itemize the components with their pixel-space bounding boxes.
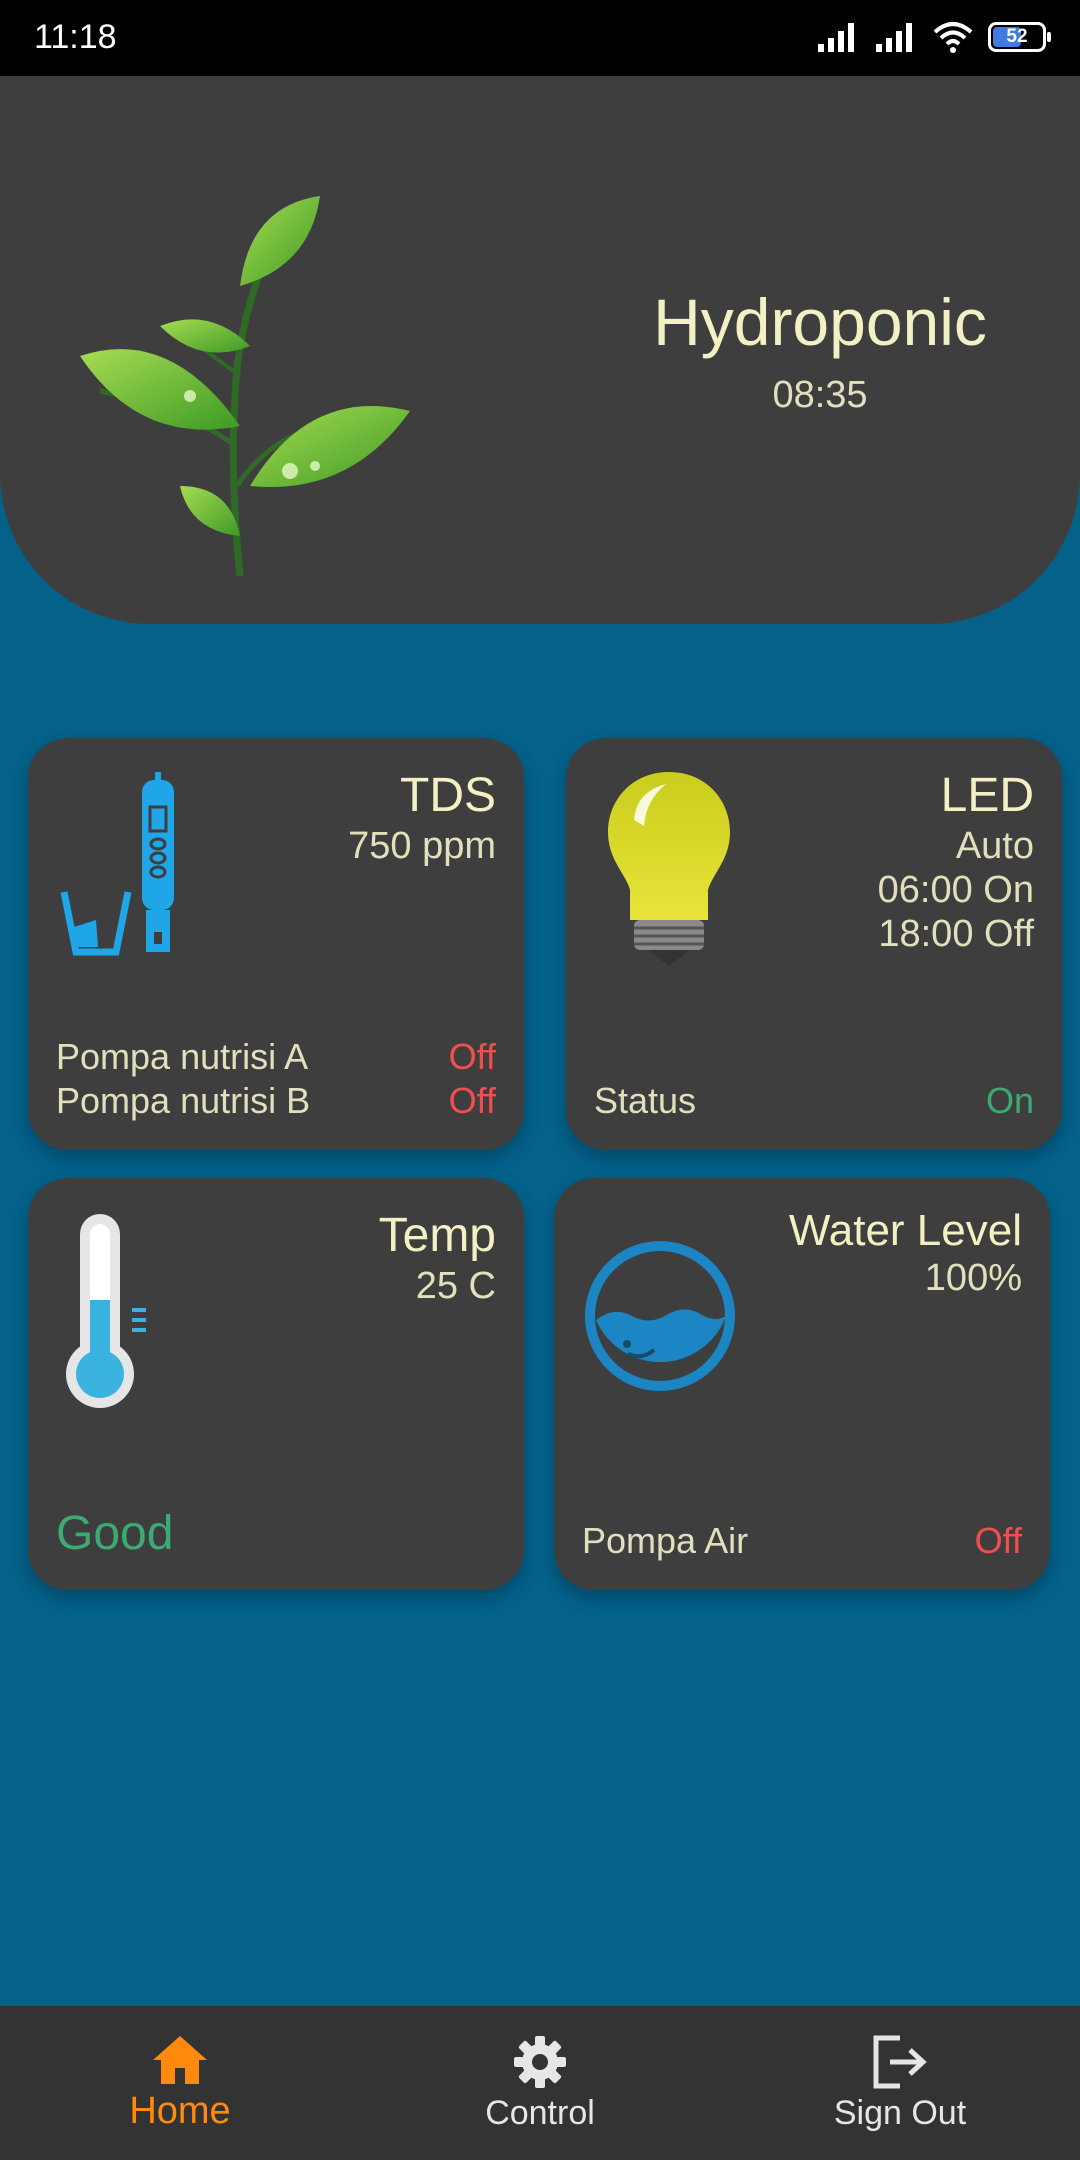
water-level-title: Water Level	[788, 1206, 1022, 1255]
home-icon	[153, 2035, 207, 2084]
nav-home-label: Home	[129, 2089, 231, 2132]
battery-level: 52	[1006, 26, 1028, 47]
header-panel: Hydroponic 08:35	[0, 76, 1080, 624]
bottom-nav: Home Control Sign Out	[0, 2006, 1080, 2160]
light-bulb-icon	[608, 772, 730, 966]
status-icons: 52	[816, 20, 1051, 54]
temp-title: Temp	[378, 1209, 496, 1262]
led-card[interactable]: LED Auto 06:00 On 18:00 Off Status On	[566, 738, 1062, 1150]
led-status-label: Status	[594, 1080, 697, 1121]
wifi-icon	[933, 22, 973, 53]
temp-condition: Good	[56, 1507, 174, 1560]
led-on-time: 06:00 On	[877, 869, 1034, 911]
led-status-row: Status On	[594, 1080, 1034, 1122]
led-title: LED	[940, 769, 1034, 822]
nav-home[interactable]: Home	[0, 2006, 360, 2160]
pump-b-row: Pompa nutrisi B Off	[56, 1080, 496, 1122]
tds-title: TDS	[400, 769, 496, 822]
nav-control[interactable]: Control	[360, 2006, 720, 2160]
led-mode: Auto	[955, 825, 1034, 867]
gear-icon	[514, 2035, 566, 2088]
water-pump-row: Pompa Air Off	[582, 1520, 1022, 1562]
temp-value: 25 C	[415, 1265, 496, 1307]
nav-sign-out-label: Sign Out	[833, 2093, 967, 2132]
water-pump-state: Off	[974, 1520, 1022, 1561]
battery-icon: 52	[988, 22, 1051, 52]
nav-sign-out[interactable]: Sign Out	[720, 2006, 1080, 2160]
app-title: Hydroponic	[653, 285, 987, 359]
status-bar: 11:18 52	[0, 0, 1080, 76]
water-level-value: 100%	[924, 1257, 1022, 1299]
tds-meter-icon	[60, 772, 174, 956]
pump-a-label: Pompa nutrisi A	[56, 1036, 309, 1077]
tds-value: 750 ppm	[348, 825, 496, 867]
led-status-value: On	[985, 1080, 1034, 1121]
pump-a-state: Off	[448, 1036, 496, 1077]
water-pump-label: Pompa Air	[582, 1520, 749, 1561]
nav-control-label: Control	[485, 2093, 595, 2132]
pump-b-state: Off	[448, 1080, 496, 1121]
tds-card[interactable]: TDS 750 ppm Pompa nutrisi A Off Pompa nu…	[28, 738, 524, 1150]
led-off-time: 18:00 Off	[878, 913, 1034, 955]
water-level-card[interactable]: Water Level 100% Pompa Air Off	[554, 1178, 1050, 1590]
thermometer-icon	[66, 1214, 146, 1408]
logout-icon	[873, 2035, 927, 2088]
water-level-icon	[585, 1241, 735, 1391]
status-time: 11:18	[34, 18, 117, 56]
signal-icon	[876, 23, 912, 52]
plant-icon	[80, 196, 410, 577]
temp-card[interactable]: Temp 25 C Good	[28, 1178, 524, 1590]
signal-icon	[818, 23, 854, 52]
pump-a-row: Pompa nutrisi A Off	[56, 1036, 496, 1078]
header-time: 08:35	[772, 374, 868, 416]
pump-b-label: Pompa nutrisi B	[56, 1080, 311, 1121]
